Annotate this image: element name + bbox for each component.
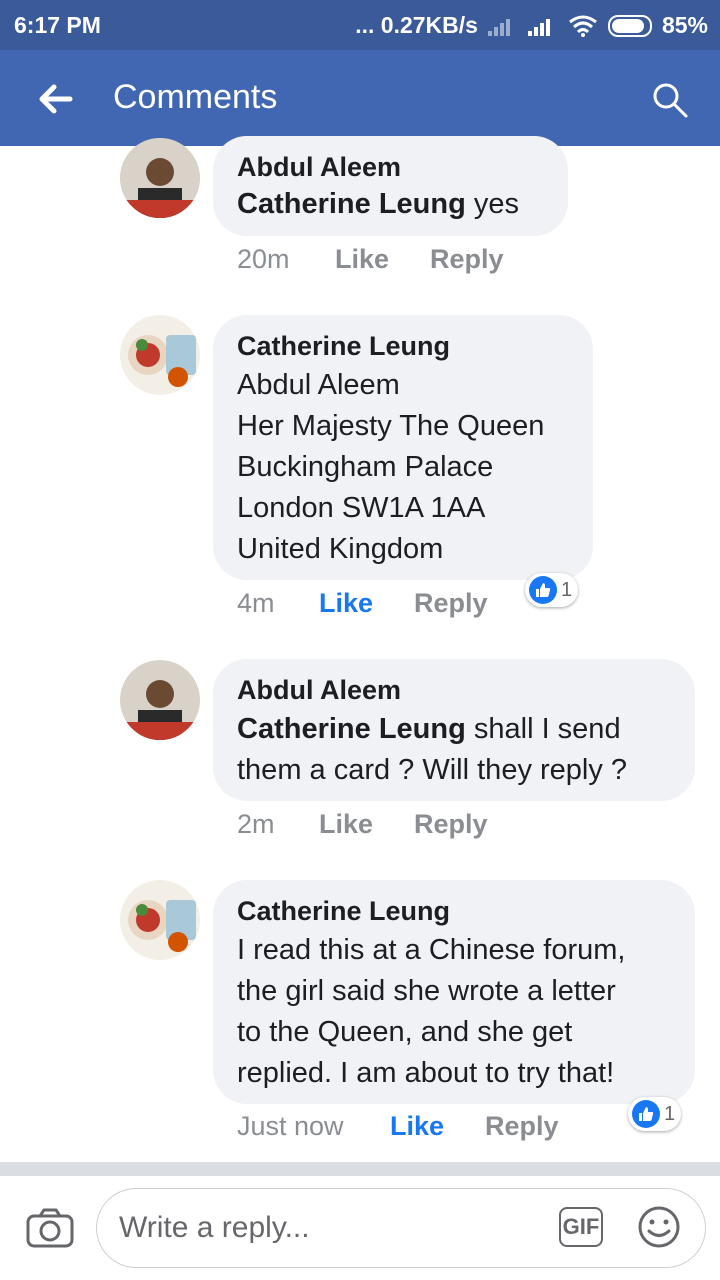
reaction-summary[interactable]: 1 (525, 573, 579, 607)
like-button[interactable]: Like (319, 809, 373, 840)
comment-author[interactable]: Abdul Aleem (237, 152, 401, 183)
comment-author[interactable]: Catherine Leung (237, 331, 450, 362)
like-button[interactable]: Like (335, 244, 389, 275)
avatar[interactable] (120, 880, 200, 960)
comment-body: yes (465, 188, 519, 220)
comment-bubble[interactable]: Catherine Leung Abdul Aleem Her Majesty … (213, 315, 593, 580)
comment-time: Just now (237, 1111, 344, 1141)
comment-time: 20m (237, 244, 290, 274)
signal-icon (487, 16, 518, 36)
arrow-left-icon[interactable] (30, 74, 80, 124)
reply-button[interactable]: Reply (414, 809, 488, 840)
comment-bubble[interactable]: Catherine Leung I read this at a Chinese… (213, 880, 695, 1104)
comment-text: Catherine Leung yes (237, 184, 519, 225)
avatar[interactable] (120, 138, 200, 218)
reaction-count: 1 (664, 1102, 676, 1125)
composer-divider (0, 1162, 720, 1176)
comment-bubble[interactable]: Abdul Aleem Catherine Leung shall I send… (213, 659, 695, 801)
avatar[interactable] (120, 315, 200, 395)
comment-time: 4m (237, 588, 275, 618)
reply-button[interactable]: Reply (430, 244, 504, 275)
app-bar: Comments (0, 50, 720, 146)
status-time: 6:17 PM (14, 12, 101, 38)
comment-text: I read this at a Chinese forum, the girl… (237, 934, 626, 1089)
reply-button[interactable]: Reply (414, 588, 488, 619)
like-button[interactable]: Like (319, 588, 373, 619)
avatar[interactable] (120, 660, 200, 740)
gif-button[interactable]: GIF (559, 1207, 603, 1247)
comment-text: Abdul Aleem Her Majesty The Queen Buckin… (237, 369, 545, 565)
reply-composer: Write a reply... GIF (0, 1176, 720, 1280)
reply-input[interactable]: Write a reply... GIF (96, 1188, 706, 1268)
comment-time: 2m (237, 809, 275, 839)
page-title: Comments (113, 78, 278, 116)
reply-placeholder: Write a reply... (119, 1211, 310, 1244)
comment-author[interactable]: Catherine Leung (237, 896, 450, 927)
battery-icon (607, 14, 652, 37)
wifi-icon (569, 15, 597, 37)
status-bar: 6:17 PM ... 0.27KB/s 85% (0, 0, 720, 50)
status-indicators: ... 0.27KB/s 85% (355, 12, 708, 39)
reply-button[interactable]: Reply (485, 1111, 559, 1142)
signal-icon-2 (527, 16, 558, 36)
like-button[interactable]: Like (390, 1111, 444, 1142)
reaction-summary[interactable]: 1 (628, 1097, 682, 1131)
sticker-icon[interactable] (637, 1205, 681, 1249)
thumbs-up-icon (529, 576, 557, 604)
comment-mention[interactable]: Catherine Leung (237, 713, 466, 745)
comment-mention[interactable]: Catherine Leung (237, 188, 466, 220)
thumbs-up-icon (632, 1100, 660, 1128)
camera-icon[interactable] (26, 1208, 74, 1248)
network-speed: ... 0.27KB/s (355, 12, 478, 38)
comment-bubble[interactable]: Abdul Aleem Catherine Leung yes (213, 136, 568, 236)
reaction-count: 1 (561, 578, 573, 601)
battery-level: 85% (661, 12, 708, 38)
comment-author[interactable]: Abdul Aleem (237, 675, 401, 706)
comment-text: Catherine Leung shall I send them a card… (237, 709, 627, 791)
search-icon[interactable] (650, 80, 690, 120)
